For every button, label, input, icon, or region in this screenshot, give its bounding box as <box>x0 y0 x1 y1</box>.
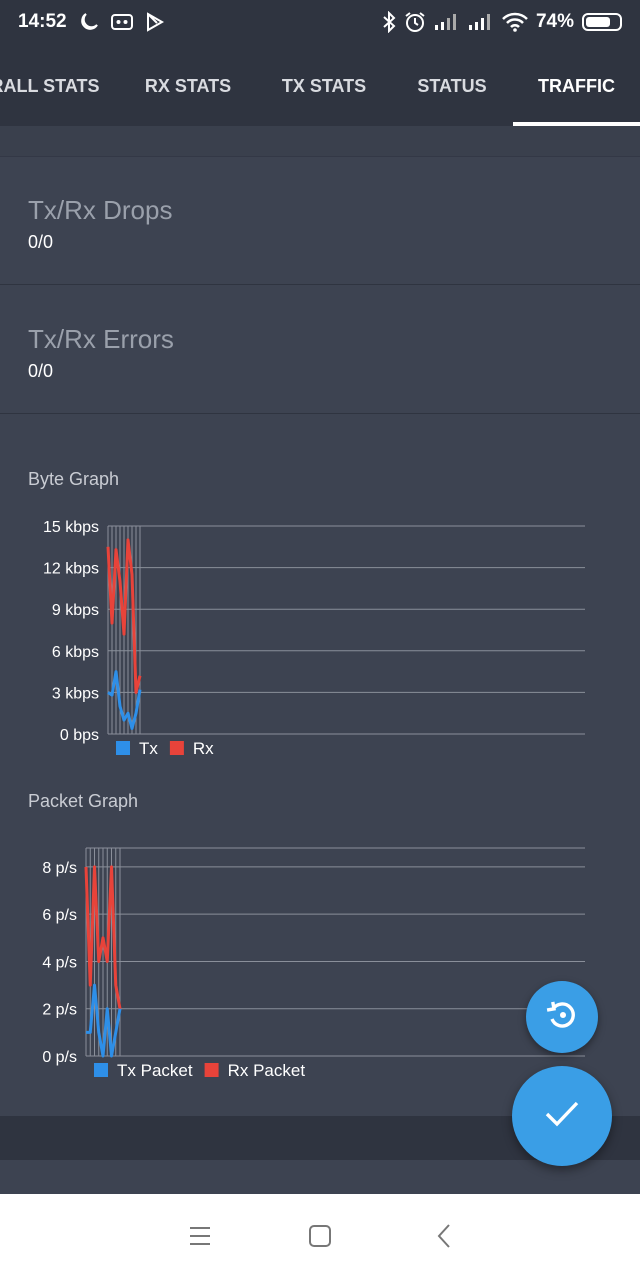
menu-icon <box>188 1225 212 1252</box>
y-tick-label: 6 p/s <box>42 907 77 924</box>
drops-card: Tx/Rx Drops 0/0 <box>0 157 640 285</box>
y-tick-label: 15 kbps <box>43 519 99 536</box>
system-nav-bar <box>0 1194 640 1280</box>
moon-icon <box>79 12 99 32</box>
legend-label: Rx Packet <box>228 1061 306 1080</box>
tab-rx-stats[interactable]: RX STATS <box>128 44 248 126</box>
y-tick-label: 0 p/s <box>42 1049 77 1066</box>
alarm-icon <box>404 11 426 33</box>
byte-graph-title: Byte Graph <box>28 469 120 489</box>
wifi-icon <box>502 12 528 32</box>
signal-icon <box>434 13 460 31</box>
y-tick-label: 0 bps <box>60 727 99 744</box>
packet-graph-chart: 0 p/s 2 p/s 4 p/s 6 p/s 8 p/s Tx Packet Rx Pac… <box>42 847 585 1080</box>
y-tick-label: 12 kbps <box>43 561 99 578</box>
tab-status[interactable]: STATUS <box>392 44 512 126</box>
errors-title: Tx/Rx Errors <box>28 324 174 354</box>
y-tick-label: 9 kbps <box>52 602 99 619</box>
drops-title: Tx/Rx Drops <box>28 195 173 225</box>
battery-icon <box>582 13 622 31</box>
back-icon <box>436 1223 452 1254</box>
play-store-icon <box>145 12 165 32</box>
tab-traffic[interactable]: TRAFFIC <box>513 44 640 126</box>
legend-swatch <box>94 1063 108 1077</box>
battery-percent: 74% <box>535 11 574 32</box>
back-button[interactable] <box>426 1220 462 1256</box>
y-tick-label: 2 p/s <box>42 1002 77 1019</box>
tab-bar: RALL STATS RX STATS TX STATS STATUS TRAF… <box>0 44 640 126</box>
errors-card: Tx/Rx Errors 0/0 <box>0 286 640 414</box>
legend-label: Tx Packet <box>117 1061 193 1080</box>
errors-value: 0/0 <box>28 361 54 381</box>
home-icon <box>308 1224 332 1253</box>
legend-label: Rx <box>193 739 214 758</box>
legend-swatch <box>116 741 130 755</box>
divider-strip <box>0 126 640 157</box>
check-icon <box>544 1099 580 1134</box>
signal-icon-2 <box>468 13 494 31</box>
home-button[interactable] <box>302 1220 338 1256</box>
bluetooth-icon <box>382 11 396 33</box>
menu-button[interactable] <box>182 1220 218 1256</box>
y-tick-label: 6 kbps <box>52 644 99 661</box>
drops-value: 0/0 <box>28 232 54 252</box>
legend-swatch <box>169 741 184 755</box>
tab-overall-stats[interactable]: RALL STATS <box>0 44 100 126</box>
vr-icon <box>110 13 133 31</box>
clock: 14:52 <box>18 11 67 32</box>
tab-tx-stats[interactable]: TX STATS <box>264 44 384 126</box>
history-icon <box>544 997 580 1038</box>
y-tick-label: 3 kbps <box>52 685 99 702</box>
status-bar: 14:52 74% <box>0 0 640 44</box>
y-tick-label: 4 p/s <box>42 954 77 971</box>
y-tick-label: 8 p/s <box>42 860 77 877</box>
bottom-strip <box>0 1160 640 1194</box>
byte-graph-chart: 0 bps 3 kbps 6 kbps 9 kbps 12 kbps 15 kbps Tx R… <box>43 519 585 758</box>
packet-graph-title: Packet Graph <box>28 791 139 811</box>
legend-swatch <box>204 1063 219 1077</box>
history-button[interactable] <box>526 981 598 1053</box>
legend-label: Tx <box>139 739 158 758</box>
confirm-button[interactable] <box>512 1066 612 1166</box>
